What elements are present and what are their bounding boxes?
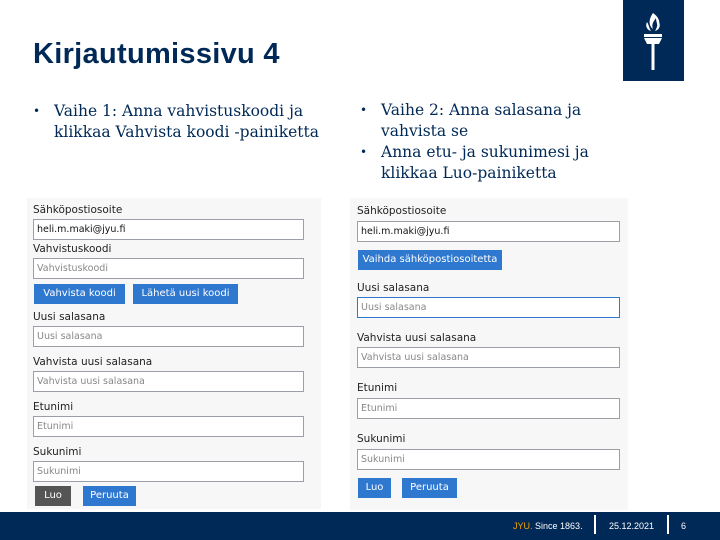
first-name-field[interactable]: Etunimi bbox=[357, 398, 620, 419]
new-password-field[interactable]: Uusi salasana bbox=[357, 297, 620, 318]
create-button[interactable]: Luo bbox=[358, 478, 391, 498]
brand-name: JYU. bbox=[513, 521, 533, 531]
form-screenshot-step2: Sähköpostiosoite heli.m.maki@jyu.fi Vaih… bbox=[350, 198, 628, 510]
footer-divider bbox=[594, 515, 596, 534]
form-screenshot-step1: Sähköpostiosoite heli.m.maki@jyu.fi Vahv… bbox=[27, 198, 321, 509]
confirm-password-label: Vahvista uusi salasana bbox=[33, 356, 153, 368]
email-field[interactable]: heli.m.maki@jyu.fi bbox=[357, 221, 620, 242]
torch-logo-icon bbox=[644, 13, 662, 70]
last-name-field[interactable]: Sukunimi bbox=[33, 461, 304, 482]
confirm-password-field[interactable]: Vahvista uusi salasana bbox=[357, 347, 620, 368]
new-password-label: Uusi salasana bbox=[33, 311, 106, 323]
confirm-password-label: Vahvista uusi salasana bbox=[357, 332, 477, 344]
first-name-label: Etunimi bbox=[33, 401, 74, 413]
resend-code-button[interactable]: Lähetä uusi koodi bbox=[133, 284, 238, 304]
new-password-label: Uusi salasana bbox=[357, 282, 430, 294]
first-name-label: Etunimi bbox=[357, 382, 398, 394]
jyu-logo bbox=[623, 0, 684, 81]
change-email-button[interactable]: Vaihda sähköpostiosoitetta bbox=[358, 250, 502, 270]
email-label: Sähköpostiosoite bbox=[357, 205, 447, 217]
confirm-password-field[interactable]: Vahvista uusi salasana bbox=[33, 371, 304, 392]
bullet-item: Vaihe 1: Anna vahvistuskoodi ja klikkaa … bbox=[30, 101, 320, 143]
page-title: Kirjautumissivu 4 bbox=[33, 38, 280, 70]
verify-code-button[interactable]: Vahvista koodi bbox=[34, 284, 125, 304]
page-number: 6 bbox=[681, 521, 687, 531]
last-name-field[interactable]: Sukunimi bbox=[357, 449, 620, 470]
cancel-button[interactable]: Peruuta bbox=[402, 478, 457, 498]
bullet-list-left: Vaihe 1: Anna vahvistuskoodi ja klikkaa … bbox=[30, 101, 320, 143]
footer-brand: JYU. Since 1863. bbox=[513, 521, 583, 531]
footer-divider bbox=[667, 515, 669, 534]
cancel-button[interactable]: Peruuta bbox=[83, 486, 136, 506]
create-button[interactable]: Luo bbox=[35, 486, 71, 506]
email-field[interactable]: heli.m.maki@jyu.fi bbox=[33, 219, 304, 240]
footer-bar: JYU. Since 1863. 25.12.2021 6 bbox=[0, 512, 720, 540]
footer-date: 25.12.2021 bbox=[609, 521, 655, 531]
new-password-field[interactable]: Uusi salasana bbox=[33, 326, 304, 347]
last-name-label: Sukunimi bbox=[33, 446, 82, 458]
bullet-list-right: Vaihe 2: Anna salasana ja vahvista se An… bbox=[357, 100, 647, 184]
code-label: Vahvistuskoodi bbox=[33, 243, 112, 255]
bullet-item: Vaihe 2: Anna salasana ja vahvista se bbox=[357, 100, 647, 142]
email-label: Sähköpostiosoite bbox=[33, 204, 123, 216]
first-name-field[interactable]: Etunimi bbox=[33, 416, 304, 437]
code-field[interactable]: Vahvistuskoodi bbox=[33, 258, 304, 279]
last-name-label: Sukunimi bbox=[357, 433, 406, 445]
brand-since: Since 1863. bbox=[535, 521, 583, 531]
bullet-item: Anna etu- ja sukunimesi ja klikkaa Luo-p… bbox=[357, 142, 647, 184]
